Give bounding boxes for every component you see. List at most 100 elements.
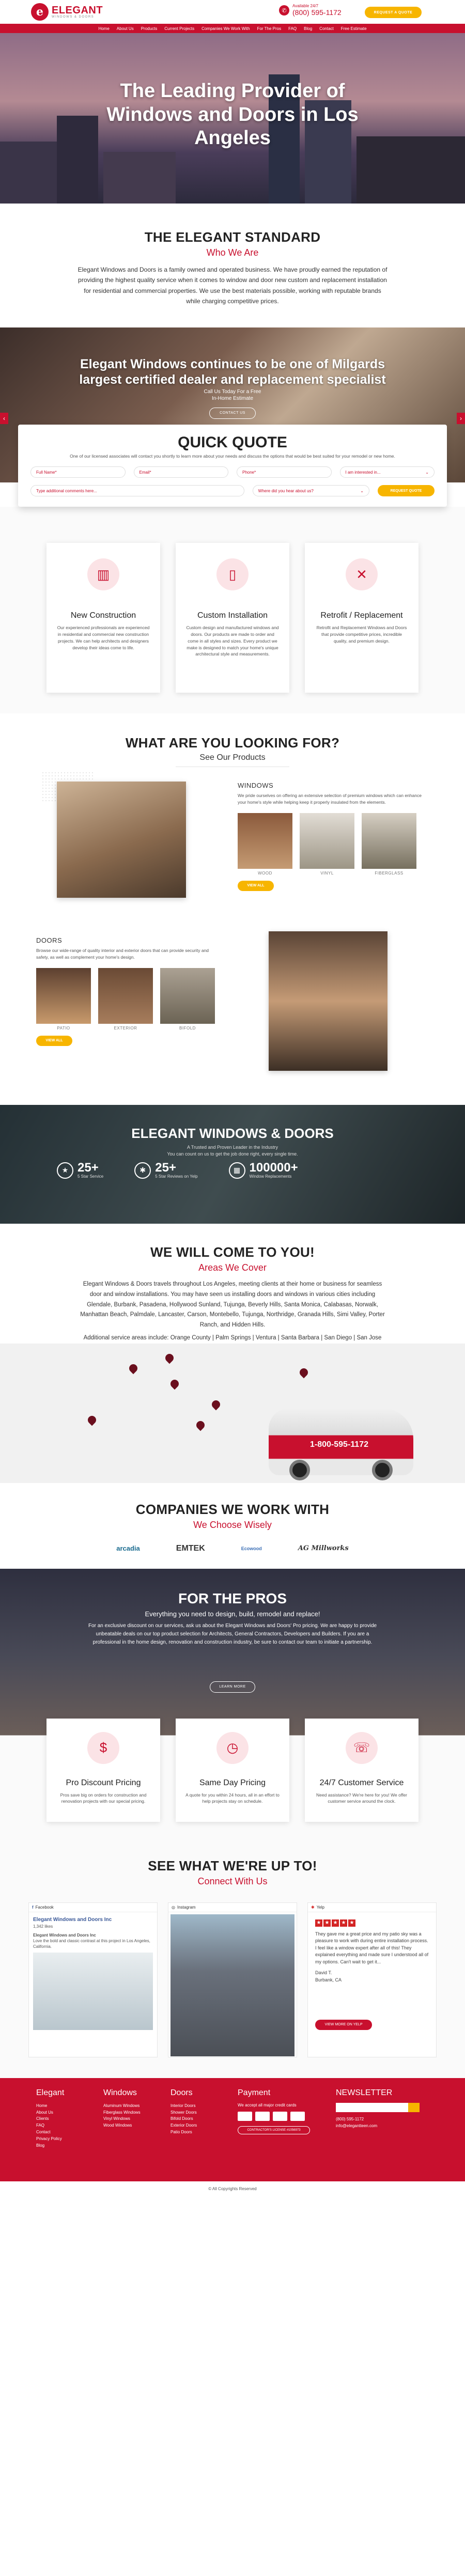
- stats-sub-line1: A Trusted and Proven Leader in the Indus…: [187, 1145, 278, 1150]
- pro-card-text: A quote for you within 24 hours, all in …: [185, 1792, 280, 1804]
- newsletter-submit-button[interactable]: [408, 2102, 420, 2112]
- door-icon: ▯: [216, 558, 249, 591]
- footer-link[interactable]: Aluminum Windows: [103, 2103, 171, 2110]
- footer-link[interactable]: Privacy Policy: [36, 2136, 103, 2143]
- nav-item-projects[interactable]: Current Projects: [164, 26, 194, 31]
- logo[interactable]: e ELEGANT WINDOWS & DOORS: [31, 3, 103, 21]
- nav-item-products[interactable]: Products: [141, 26, 158, 31]
- map-pin-icon[interactable]: [298, 1366, 310, 1379]
- license-badge[interactable]: CONTRACTOR'S LICENSE #1056973: [238, 2126, 310, 2134]
- footer-link[interactable]: Patio Doors: [171, 2129, 238, 2136]
- header-phone[interactable]: ✆ Available 24/7 (800) 595-1172: [279, 4, 342, 17]
- phone-field[interactable]: Phone*: [237, 466, 332, 478]
- pros-title: FOR THE PROS: [178, 1590, 287, 1606]
- pro-card-title: 24/7 Customer Service: [319, 1778, 404, 1787]
- facebook-feed[interactable]: f Facebook Elegant Windows and Doors Inc …: [28, 1902, 158, 2057]
- fb-page-name[interactable]: Elegant Windows and Doors Inc: [33, 1916, 153, 1924]
- footer-link[interactable]: Wood Windows: [103, 2122, 171, 2129]
- request-quote-submit-button[interactable]: REQUEST QUOTE: [378, 485, 435, 497]
- instagram-feed[interactable]: ◎ Instagram: [168, 1902, 297, 2057]
- footer-link[interactable]: Vinyl Windows: [103, 2116, 171, 2122]
- map-pin-icon[interactable]: [163, 1352, 176, 1364]
- full-name-field[interactable]: Full Name*: [30, 466, 126, 478]
- map-pin-icon[interactable]: [86, 1414, 98, 1426]
- standard-title: THE ELEGANT STANDARD: [144, 229, 321, 245]
- windows-thumb-vinyl[interactable]: VINYL: [300, 813, 354, 876]
- slider-title: Elegant Windows continues to be one of M…: [79, 356, 386, 387]
- stats-subtitle: A Trusted and Proven Leader in the Indus…: [0, 1144, 465, 1157]
- pro-card-title: Same Day Pricing: [199, 1778, 266, 1787]
- footer-phone[interactable]: (800) 595-1172: [336, 2116, 429, 2123]
- nav-item-companies[interactable]: Companies We Work With: [202, 26, 250, 31]
- footer-link[interactable]: Clients: [36, 2116, 103, 2122]
- contact-us-button[interactable]: CONTACT US: [209, 407, 256, 419]
- windows-thumb-wood[interactable]: WOOD: [238, 813, 292, 876]
- slider-prev-icon[interactable]: ‹: [0, 412, 8, 424]
- footer-link[interactable]: Fiberglass Windows: [103, 2110, 171, 2116]
- yelp-icon: ✱: [311, 1904, 315, 1910]
- nav-item-pros[interactable]: For The Pros: [257, 26, 282, 31]
- request-quote-button[interactable]: REQUEST A QUOTE: [365, 7, 422, 18]
- doors-photo: [269, 931, 388, 1071]
- windows-heading: WINDOWS: [238, 782, 274, 790]
- view-all-doors-button[interactable]: VIEW ALL: [36, 1035, 72, 1046]
- nav-item-about[interactable]: About Us: [117, 26, 134, 31]
- fb-post-image[interactable]: [33, 1953, 153, 2031]
- footer-link[interactable]: Home: [36, 2103, 103, 2110]
- view-all-windows-button[interactable]: VIEW ALL: [238, 880, 274, 891]
- nav-item-estimate[interactable]: Free Estimate: [341, 26, 367, 31]
- star-icon: ★: [332, 1919, 339, 1927]
- slider-next-icon[interactable]: ›: [457, 412, 465, 424]
- footer-link[interactable]: FAQ: [36, 2122, 103, 2129]
- yelp-feed[interactable]: ✱ Yelp ★ ★ ★ ★ ★ They gave me a great price a…: [307, 1902, 437, 2057]
- service-title: New Construction: [70, 611, 136, 620]
- footer-link[interactable]: Blog: [36, 2143, 103, 2149]
- thumb-label: WOOD: [258, 870, 272, 876]
- footer-link[interactable]: Shower Doors: [171, 2110, 238, 2116]
- interest-select[interactable]: I am interested in... ⌄: [339, 466, 435, 478]
- main-nav: Home About Us Products Current Projects …: [0, 24, 465, 33]
- newsletter-email-input[interactable]: [336, 2102, 408, 2112]
- quote-title: QUICK QUOTE: [178, 433, 287, 451]
- stats-banner: ELEGANT WINDOWS & DOORS A Trusted and Pr…: [0, 1105, 465, 1224]
- areas-extra: Additional service areas include: Orange…: [83, 1335, 382, 1341]
- view-more-yelp-button[interactable]: VIEW MORE ON YELP: [315, 2020, 372, 2031]
- service-text: Custom design and manufactured windows a…: [186, 625, 279, 657]
- footer: Elegant Home About Us Clients FAQ Contac…: [0, 2078, 465, 2181]
- nav-item-contact[interactable]: Contact: [319, 26, 334, 31]
- comments-field[interactable]: Type additional comments here...: [30, 485, 244, 497]
- doors-thumb-patio[interactable]: PATIO: [36, 967, 91, 1031]
- footer-col-title: Payment: [238, 2088, 271, 2097]
- footer-link[interactable]: About Us: [36, 2110, 103, 2116]
- footer-email[interactable]: info@elegantteen.com: [336, 2123, 429, 2130]
- doors-thumb-exterior[interactable]: EXTERIOR: [98, 967, 153, 1031]
- star-icon: ★: [340, 1919, 347, 1927]
- service-title: Retrofit / Replacement: [320, 611, 403, 620]
- map-pin-icon[interactable]: [210, 1398, 222, 1411]
- nav-item-home[interactable]: Home: [98, 26, 109, 31]
- stat-label: Window Replacements: [249, 1174, 292, 1179]
- windows-description: We pride ourselves on offering an extens…: [238, 793, 422, 805]
- thumb-label: PATIO: [57, 1025, 70, 1031]
- map-pin-icon[interactable]: [168, 1378, 181, 1390]
- footer-link[interactable]: Contact: [36, 2129, 103, 2136]
- footer-link[interactable]: Exterior Doors: [171, 2122, 238, 2129]
- learn-more-button[interactable]: LEARN MORE: [210, 1681, 255, 1693]
- map-pin-icon[interactable]: [127, 1362, 140, 1375]
- heard-about-select[interactable]: Where did you hear about us? ⌄: [252, 485, 369, 497]
- quote-description: One of our licensed associates will cont…: [70, 453, 395, 459]
- payment-cards: [238, 2111, 336, 2121]
- email-field[interactable]: Email*: [133, 466, 228, 478]
- interest-select-label: I am interested in...: [345, 470, 381, 475]
- nav-item-blog[interactable]: Blog: [304, 26, 312, 31]
- nav-item-faq[interactable]: FAQ: [288, 26, 297, 31]
- instagram-image[interactable]: [171, 1914, 295, 2056]
- footer-link[interactable]: Interior Doors: [171, 2103, 238, 2110]
- windows-photo: [57, 782, 186, 898]
- doors-thumb-bifold[interactable]: BIFOLD: [160, 967, 215, 1031]
- feed-label: Yelp: [316, 1904, 324, 1910]
- companies-title: COMPANIES WE WORK WITH: [135, 1501, 330, 1517]
- map-pin-icon[interactable]: [194, 1419, 207, 1431]
- footer-link[interactable]: Bifold Doors: [171, 2116, 238, 2122]
- windows-thumb-fiberglass[interactable]: FIBERGLASS: [362, 813, 416, 876]
